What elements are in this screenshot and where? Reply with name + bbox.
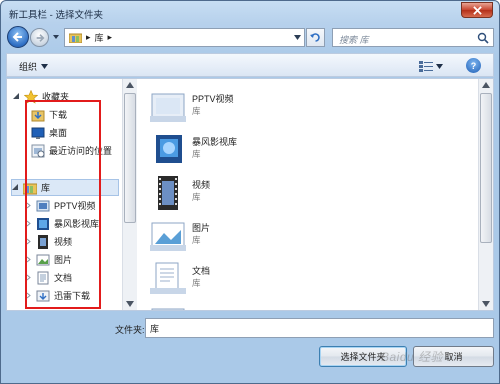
history-dropdown-icon[interactable]	[51, 32, 61, 42]
folder-label: 文件夹:	[115, 325, 145, 335]
refresh-icon	[310, 33, 320, 42]
picture-library-icon	[150, 222, 186, 251]
crumb-library[interactable]: 库	[95, 31, 104, 44]
film-icon	[158, 176, 178, 210]
crumb-separator: ▸	[86, 32, 91, 42]
library-icon	[69, 33, 82, 43]
breadcrumb: ▸ 库 ▸	[65, 31, 112, 44]
file-name: 图片	[192, 223, 211, 233]
scroll-thumb[interactable]	[480, 93, 492, 243]
video-library-icon	[150, 93, 186, 122]
refresh-button[interactable]	[306, 28, 325, 47]
file-item-document[interactable]: 文档 库	[150, 258, 350, 298]
file-type: 库	[192, 235, 201, 245]
dialog-window: 新工具栏 - 选择文件夹 ▸ 库 ▸ 搜索 库 组织 ? 收藏夹 下载 桌面 最…	[0, 0, 500, 384]
scroll-thumb[interactable]	[124, 93, 136, 223]
scroll-up-icon[interactable]	[126, 82, 134, 88]
address-bar[interactable]: ▸ 库 ▸	[64, 28, 305, 47]
expand-arrow-icon[interactable]	[13, 93, 20, 100]
scroll-down-icon[interactable]	[126, 301, 134, 307]
help-button[interactable]: ?	[466, 58, 481, 73]
organize-menu[interactable]: 组织	[19, 60, 49, 73]
file-list: PPTV视频 库 暴风影视库 库 视频 库 图片 库 文档 库	[138, 79, 478, 310]
file-name: 暴风影视库	[192, 137, 238, 147]
file-item-picture[interactable]: 图片 库	[150, 215, 350, 255]
close-button[interactable]	[461, 2, 493, 18]
help-icon: ?	[470, 60, 477, 71]
window-title: 新工具栏 - 选择文件夹	[9, 10, 103, 21]
forward-button[interactable]	[30, 28, 49, 47]
chevron-down-icon	[41, 64, 49, 69]
video-library-icon	[156, 135, 182, 163]
file-item-video[interactable]: 视频 库	[150, 172, 350, 212]
highlight-box	[25, 100, 101, 309]
watermark: Baidu 经验	[381, 350, 444, 364]
search-input[interactable]: 搜索 库	[339, 33, 369, 46]
close-icon	[472, 5, 482, 15]
back-button[interactable]	[7, 26, 29, 48]
file-item-partial[interactable]	[150, 301, 350, 310]
address-row: ▸ 库 ▸ 搜索 库	[1, 23, 499, 51]
navigation-pane: 收藏夹 下载 桌面 最近访问的位置 库 PPTV视频 暴风影视库 视频 图片 文…	[7, 79, 122, 310]
file-list-scrollbar[interactable]	[478, 79, 493, 310]
arrow-right-icon	[36, 33, 45, 42]
scroll-up-icon[interactable]	[482, 82, 490, 88]
library-icon	[151, 308, 185, 310]
file-type: 库	[192, 106, 201, 116]
file-name: 视频	[192, 180, 211, 190]
chevron-down-icon	[436, 63, 443, 69]
document-library-icon	[150, 262, 186, 294]
crumb-separator: ▸	[107, 32, 113, 42]
file-item-pptv[interactable]: PPTV视频 库	[150, 86, 350, 126]
file-item-baofeng[interactable]: 暴风影视库 库	[150, 129, 350, 169]
file-name: PPTV视频	[192, 94, 234, 104]
expand-arrow-icon[interactable]	[12, 184, 19, 191]
organize-label: 组织	[19, 62, 38, 72]
search-box[interactable]: 搜索 库	[332, 28, 494, 47]
content-area: 收藏夹 下载 桌面 最近访问的位置 库 PPTV视频 暴风影视库 视频 图片 文…	[6, 78, 494, 311]
nav-pane-scrollbar[interactable]	[122, 79, 137, 310]
chevron-down-icon[interactable]	[294, 35, 301, 40]
file-type: 库	[192, 149, 201, 159]
file-type: 库	[192, 192, 201, 202]
file-type: 库	[192, 278, 201, 288]
view-options-button[interactable]	[419, 59, 447, 73]
title-bar: 新工具栏 - 选择文件夹	[1, 1, 499, 23]
view-list-icon	[419, 61, 433, 72]
scroll-down-icon[interactable]	[482, 301, 490, 307]
arrow-left-icon	[12, 32, 22, 42]
file-name: 文档	[192, 266, 211, 276]
folder-field[interactable]: 库	[145, 318, 494, 338]
command-bar: 组织 ?	[6, 53, 494, 77]
search-icon[interactable]	[477, 32, 489, 44]
